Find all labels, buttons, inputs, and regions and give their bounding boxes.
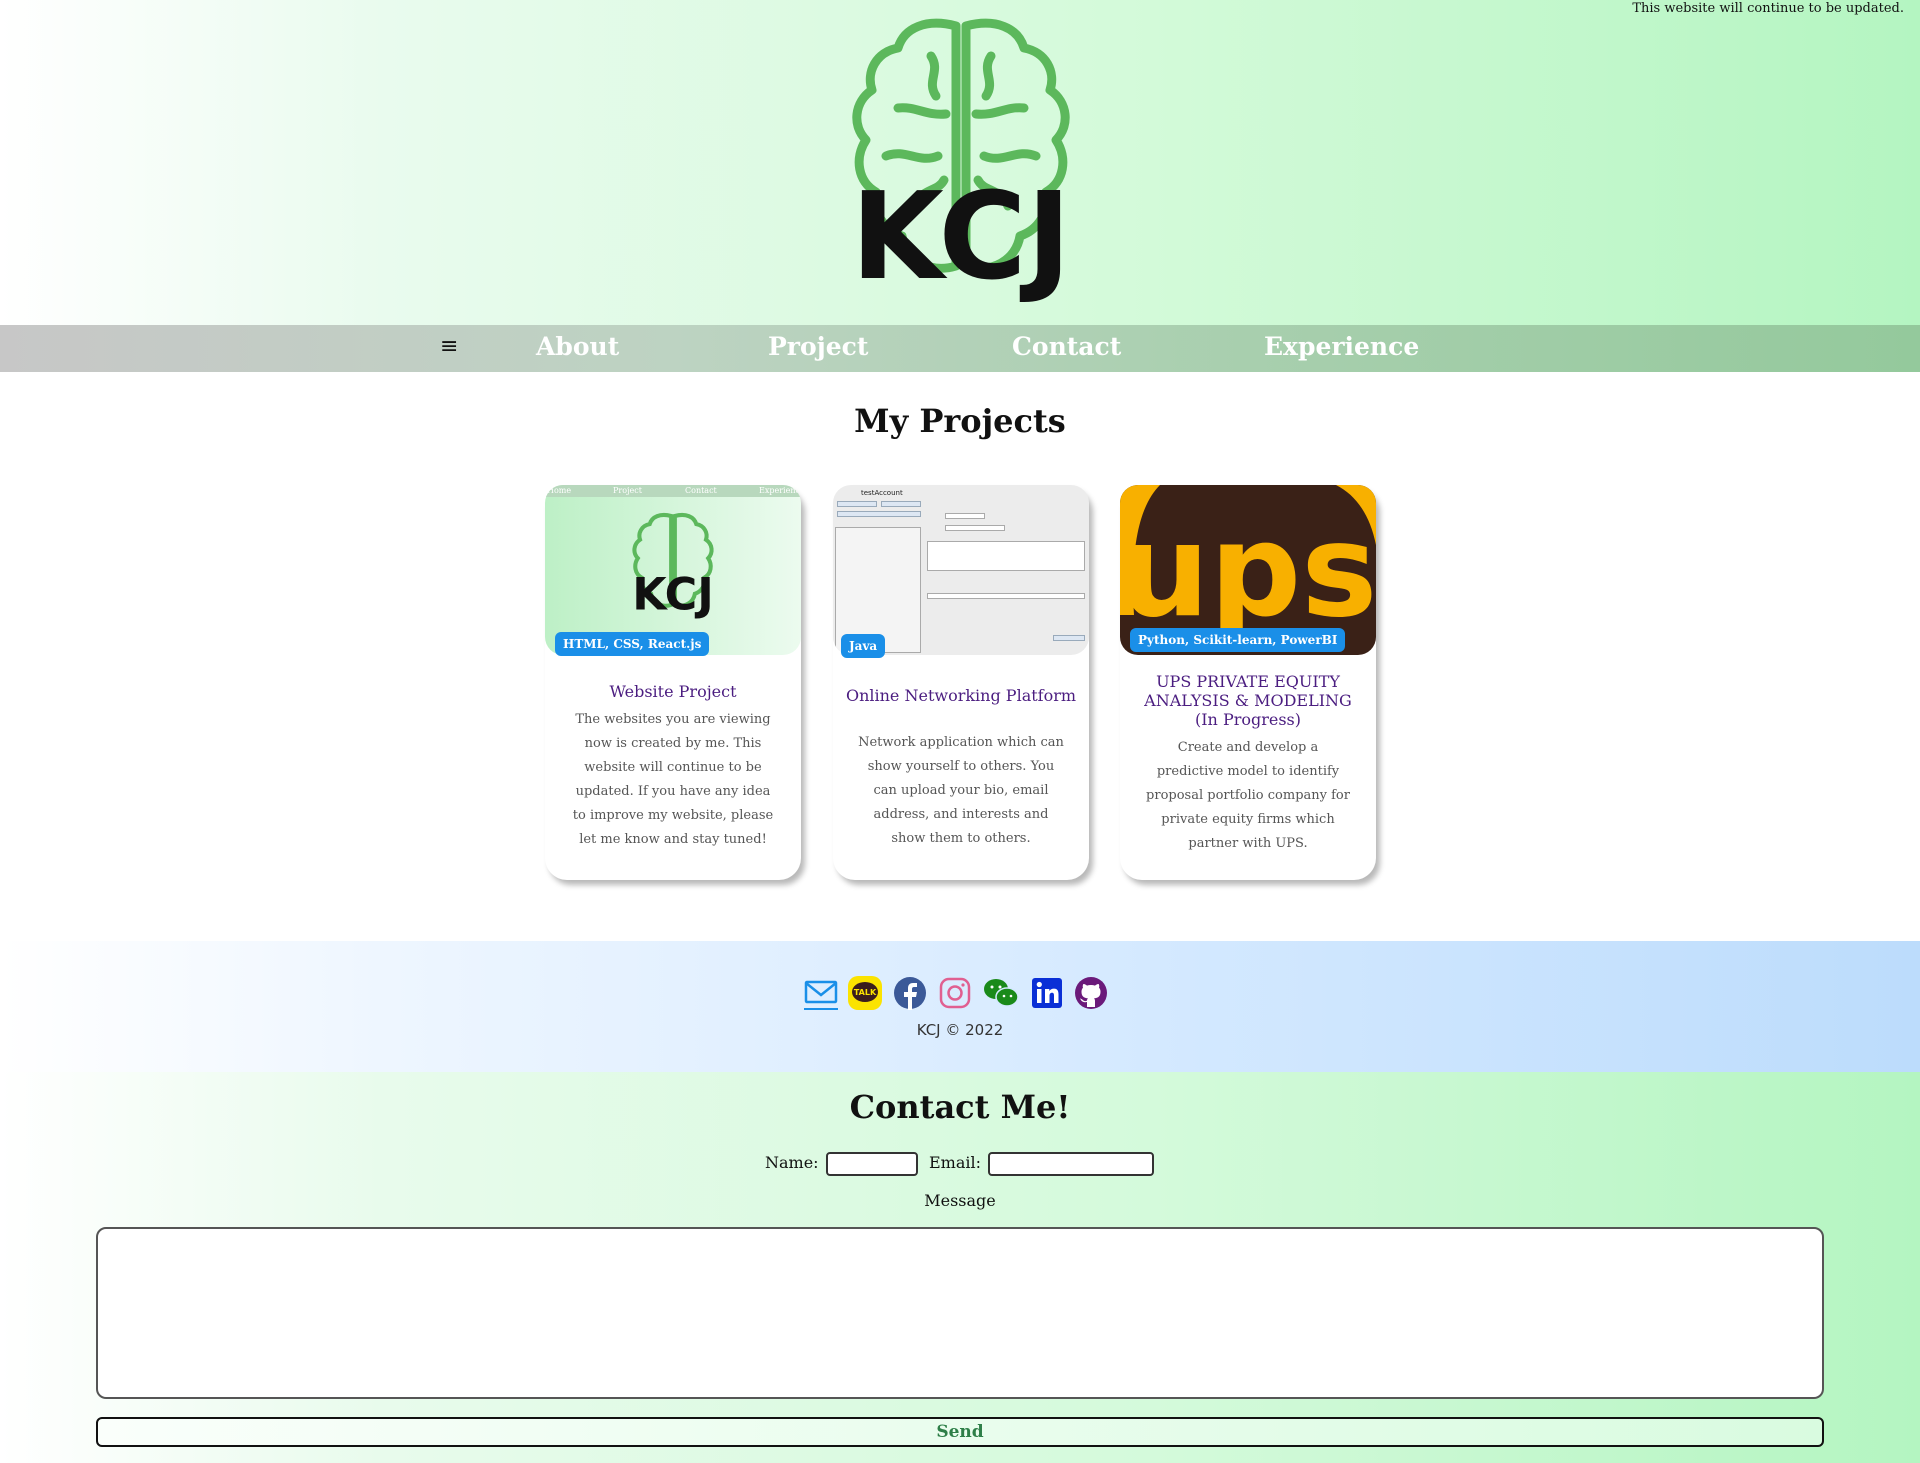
site-header: This website will continue to be updated… [0,0,1920,325]
contact-section: Contact Me! Name: Email: Message Send [0,1072,1920,1463]
thumb-caption: s Website [695,633,801,655]
message-label: Message [924,1191,996,1210]
nav-item-about[interactable]: About [536,332,619,361]
email-icon[interactable] [804,976,838,1010]
github-icon[interactable] [1074,976,1108,1010]
contact-heading: Contact Me! [849,1088,1071,1126]
projects-heading: My Projects [854,402,1066,440]
project-title[interactable]: Online Networking Platform [833,686,1089,705]
svg-text:KCJ: KCJ [632,569,714,620]
logo-text: KCJ [851,168,1071,306]
project-description: Network application which can show yours… [858,735,1064,846]
project-description: The websites you are viewing now is crea… [572,712,774,847]
project-title[interactable]: UPS PRIVATE EQUITY ANALYSIS & MODELING (… [1144,672,1352,729]
project-thumbnail: testAccount [833,485,1089,655]
copyright-text: KCJ © 2022 [916,1021,1004,1039]
nav-item-contact[interactable]: Contact [1012,332,1121,361]
project-title[interactable]: Website Project [545,682,801,701]
name-field[interactable] [826,1152,918,1176]
message-textarea[interactable] [96,1227,1824,1399]
project-card-ups[interactable]: ups Python, Scikit-learn, PowerBI UPS PR… [1120,485,1376,880]
main-nav: ≡ About Project Contact Experience [0,325,1920,372]
thumb-brain-logo: KCJ [632,512,714,620]
project-card-networking[interactable]: testAccount Java Online Networking Platf… [833,485,1089,880]
social-icons: TALK [804,976,1124,1014]
wechat-icon[interactable] [982,976,1020,1010]
project-card-website[interactable]: Home Project Contact Experience KCJ s We… [545,485,801,880]
nav-item-experience[interactable]: Experience [1264,332,1419,361]
instagram-icon[interactable] [938,976,972,1010]
tech-badge: Java [841,634,886,658]
menu-icon[interactable]: ≡ [440,334,458,359]
tech-badge: HTML, CSS, React.js [555,632,710,656]
svg-text:TALK: TALK [854,988,877,997]
kakaotalk-icon[interactable]: TALK [848,976,882,1010]
facebook-icon[interactable] [893,976,927,1010]
name-label: Name: [765,1153,819,1172]
email-label: Email: [929,1153,982,1172]
send-button[interactable]: Send [96,1417,1824,1447]
kcj-brain-logo[interactable]: KCJ [826,16,1096,306]
social-footer: TALK KCJ © 2022 [0,941,1920,1072]
update-notice: This website will continue to be updated… [1632,1,1904,16]
project-thumbnail: Home Project Contact Experience KCJ s We… [545,485,801,655]
email-field[interactable] [988,1152,1154,1176]
tech-badge: Python, Scikit-learn, PowerBI [1130,628,1346,652]
svg-text:ups: ups [1120,497,1376,646]
thumb-nav: Home Project Contact Experience [545,485,801,497]
nav-item-project[interactable]: Project [768,332,868,361]
linkedin-icon[interactable] [1030,976,1064,1010]
project-description: Create and develop a predictive model to… [1146,740,1350,851]
